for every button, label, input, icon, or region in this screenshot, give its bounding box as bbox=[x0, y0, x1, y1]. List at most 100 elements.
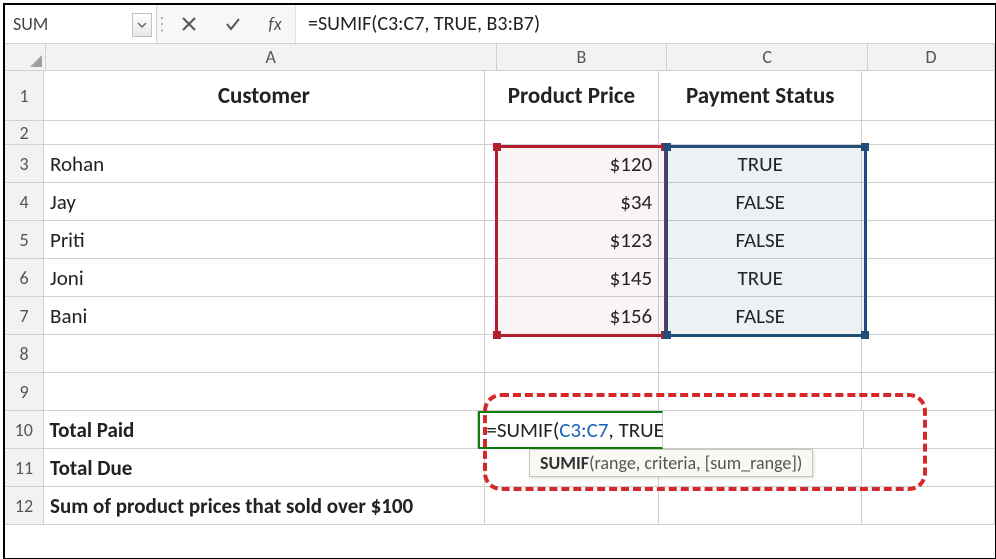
cell-D4[interactable] bbox=[862, 183, 995, 221]
row-header[interactable]: 9 bbox=[5, 373, 44, 411]
cancel-button[interactable] bbox=[167, 5, 211, 43]
cell-C7[interactable]: FALSE bbox=[659, 297, 862, 335]
cell-B8[interactable] bbox=[485, 335, 660, 373]
col-header-C[interactable]: C bbox=[667, 44, 868, 70]
cell-text: $34 bbox=[620, 189, 652, 215]
x-icon bbox=[180, 15, 198, 33]
select-all-triangle[interactable] bbox=[5, 44, 46, 70]
cell-D8[interactable] bbox=[862, 335, 995, 373]
cell-A10[interactable]: Total Paid bbox=[44, 411, 479, 449]
cell-D3[interactable] bbox=[862, 145, 995, 183]
cell-C2[interactable] bbox=[659, 121, 862, 145]
cell-D7[interactable] bbox=[862, 297, 995, 335]
cell-B5[interactable]: $123 bbox=[485, 221, 660, 259]
cell-text: Product Price bbox=[508, 82, 635, 110]
cell-A5[interactable]: Priti bbox=[44, 221, 485, 259]
cell-A7[interactable]: Bani bbox=[44, 297, 485, 335]
cell-A1[interactable]: Customer bbox=[44, 71, 485, 121]
row-header[interactable]: 4 bbox=[5, 183, 44, 221]
cell-A6[interactable]: Joni bbox=[44, 259, 485, 297]
enter-button[interactable] bbox=[211, 5, 255, 43]
table-row: 9 bbox=[5, 373, 995, 411]
cell-text: $120 bbox=[610, 151, 653, 177]
cell-text: $156 bbox=[610, 303, 653, 329]
cell-B9[interactable] bbox=[485, 373, 660, 411]
name-box-value: SUM bbox=[13, 13, 48, 35]
cell-text: Bani bbox=[50, 303, 87, 329]
worksheet[interactable]: A B C D 1 Customer Product Price Payment… bbox=[5, 44, 995, 559]
row-header[interactable]: 3 bbox=[5, 145, 44, 183]
table-row: 1 Customer Product Price Payment Status bbox=[5, 71, 995, 121]
chevron-down-icon bbox=[137, 20, 147, 30]
col-header-D[interactable]: D bbox=[868, 44, 995, 70]
name-box[interactable]: SUM bbox=[5, 5, 157, 43]
row-header[interactable]: 12 bbox=[5, 487, 44, 525]
cell-D10[interactable] bbox=[864, 411, 995, 449]
cell-C12[interactable] bbox=[659, 487, 862, 525]
row-header[interactable]: 1 bbox=[5, 71, 44, 121]
cell-B12[interactable] bbox=[485, 487, 660, 525]
table-row: 2 bbox=[5, 121, 995, 145]
col-header-A[interactable]: A bbox=[46, 44, 497, 70]
cell-B1[interactable]: Product Price bbox=[485, 71, 660, 121]
formula-bar: SUM ⋮ fx =SUMIF(C3:C7, TRUE, B3:B7) bbox=[5, 5, 995, 44]
cell-A9[interactable] bbox=[44, 373, 485, 411]
cell-D6[interactable] bbox=[862, 259, 995, 297]
cell-B7[interactable]: $156 bbox=[485, 297, 660, 335]
cell-C5[interactable]: FALSE bbox=[659, 221, 862, 259]
row-header[interactable]: 7 bbox=[5, 297, 44, 335]
cell-A11[interactable]: Total Due bbox=[44, 449, 485, 487]
tooltip-fn: SUMIF bbox=[540, 452, 589, 474]
table-row: 12 Sum of product prices that sold over … bbox=[5, 487, 995, 525]
cell-text: FALSE bbox=[736, 189, 785, 215]
table-row: 11 Total Due bbox=[5, 449, 995, 487]
cell-text: $145 bbox=[610, 265, 653, 291]
cell-text: Customer bbox=[218, 82, 310, 110]
grid-rows: 1 Customer Product Price Payment Status … bbox=[5, 71, 995, 525]
table-row: 4 Jay $34 FALSE bbox=[5, 183, 995, 221]
check-icon bbox=[224, 15, 242, 33]
cell-C8[interactable] bbox=[659, 335, 862, 373]
cell-C6[interactable]: TRUE bbox=[659, 259, 862, 297]
function-tooltip: SUMIF(range, criteria, [sum_range]) bbox=[529, 449, 813, 477]
table-row: 3 Rohan $120 TRUE bbox=[5, 145, 995, 183]
cell-A2[interactable] bbox=[44, 121, 485, 145]
cell-C1[interactable]: Payment Status bbox=[659, 71, 862, 121]
cell-C3[interactable]: TRUE bbox=[659, 145, 862, 183]
cell-A12[interactable]: Sum of product prices that sold over $10… bbox=[44, 487, 485, 525]
row-header[interactable]: 8 bbox=[5, 335, 44, 373]
cell-C4[interactable]: FALSE bbox=[659, 183, 862, 221]
cell-C9[interactable] bbox=[659, 373, 862, 411]
table-row: 6 Joni $145 TRUE bbox=[5, 259, 995, 297]
row-header[interactable]: 5 bbox=[5, 221, 44, 259]
cell-A3[interactable]: Rohan bbox=[44, 145, 485, 183]
cell-text: FALSE bbox=[736, 227, 785, 253]
cell-B2[interactable] bbox=[485, 121, 660, 145]
cell-text: Sum of product prices that sold over $10… bbox=[50, 493, 413, 519]
row-header[interactable]: 2 bbox=[5, 121, 44, 145]
separator: ⋮ bbox=[157, 5, 167, 43]
cell-C10[interactable] bbox=[663, 411, 864, 449]
cell-text: Total Due bbox=[50, 455, 132, 481]
formula-input[interactable]: =SUMIF(C3:C7, TRUE, B3:B7) bbox=[295, 5, 995, 43]
name-box-dropdown[interactable] bbox=[132, 13, 152, 37]
cell-B4[interactable]: $34 bbox=[485, 183, 660, 221]
cell-A8[interactable] bbox=[44, 335, 485, 373]
cell-D2[interactable] bbox=[862, 121, 995, 145]
cell-D11[interactable] bbox=[862, 449, 995, 487]
fx-label: fx bbox=[268, 13, 281, 35]
cell-D1[interactable] bbox=[862, 71, 995, 121]
row-header[interactable]: 6 bbox=[5, 259, 44, 297]
cell-D12[interactable] bbox=[862, 487, 995, 525]
insert-function-button[interactable]: fx bbox=[255, 5, 295, 43]
table-row: 5 Priti $123 FALSE bbox=[5, 221, 995, 259]
cell-B3[interactable]: $120 bbox=[485, 145, 660, 183]
cell-D5[interactable] bbox=[862, 221, 995, 259]
row-header[interactable]: 11 bbox=[5, 449, 44, 487]
cell-B6[interactable]: $145 bbox=[485, 259, 660, 297]
cell-D9[interactable] bbox=[862, 373, 995, 411]
col-header-B[interactable]: B bbox=[497, 44, 668, 70]
cell-A4[interactable]: Jay bbox=[44, 183, 485, 221]
cell-B10-active[interactable]: =SUMIF(C3:C7, TRUE, B3:B7) bbox=[478, 411, 663, 449]
row-header[interactable]: 10 bbox=[5, 411, 44, 449]
